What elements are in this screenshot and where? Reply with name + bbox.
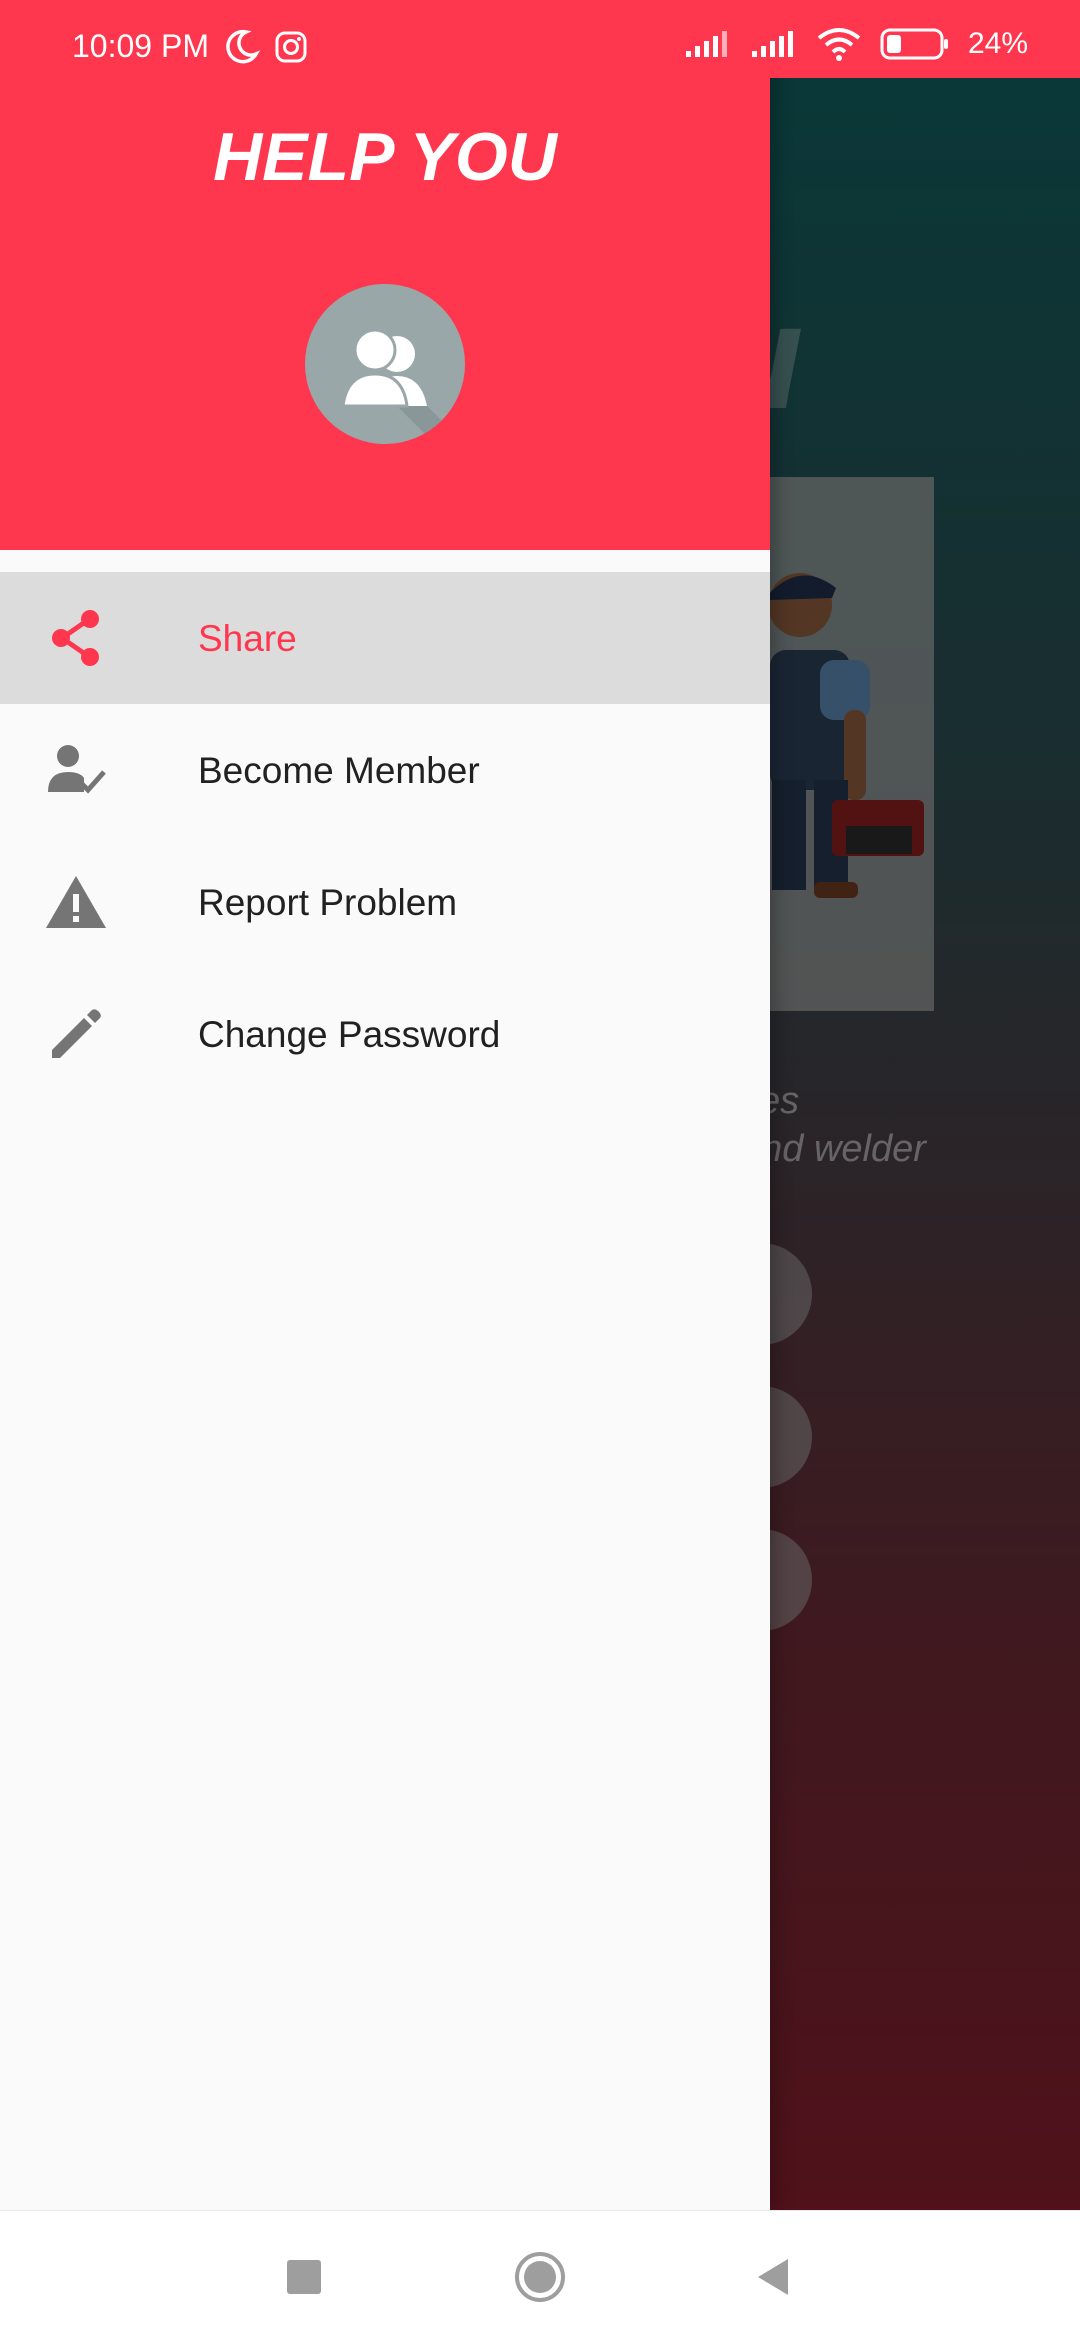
menu-label-share: Share [198,618,297,659]
status-time: 10:09 PM [72,28,209,64]
signal-icon [751,31,793,57]
menu-item-report-problem[interactable]: Report Problem [0,836,770,968]
avatar[interactable] [305,284,465,444]
navigation-drawer: HELP YOU Share Become Member Report Prob… [0,0,770,2210]
status-bar: 10:09 PM 24% [0,0,1080,78]
system-nav-bar [0,2210,1080,2340]
menu-label-report-problem: Report Problem [198,882,458,923]
signal-icon [685,31,727,57]
menu-item-become-member[interactable]: Become Member [0,704,770,836]
back-icon[interactable] [746,2249,802,2305]
share-icon [44,608,108,668]
instagram-icon [275,31,307,63]
drawer-header: HELP YOU [0,0,770,550]
moon-icon [226,29,261,64]
home-icon[interactable] [512,2249,568,2305]
menu-label-become-member: Become Member [198,750,480,791]
app-title: HELP YOU [213,119,557,195]
pencil-icon [44,1004,108,1064]
warning-icon [44,872,108,932]
recent-apps-icon[interactable] [276,2249,332,2305]
status-icons: 24% [684,26,1028,62]
wifi-icon [817,28,861,61]
person-check-icon [44,740,108,800]
drawer-menu: Share Become Member Report Problem Chang… [0,572,770,1100]
group-icon [341,328,465,444]
menu-item-share[interactable]: Share [0,572,770,704]
battery-percent: 24% [967,27,1028,60]
menu-item-change-password[interactable]: Change Password [0,968,770,1100]
menu-label-change-password: Change Password [198,1014,501,1055]
battery-icon [880,28,948,60]
